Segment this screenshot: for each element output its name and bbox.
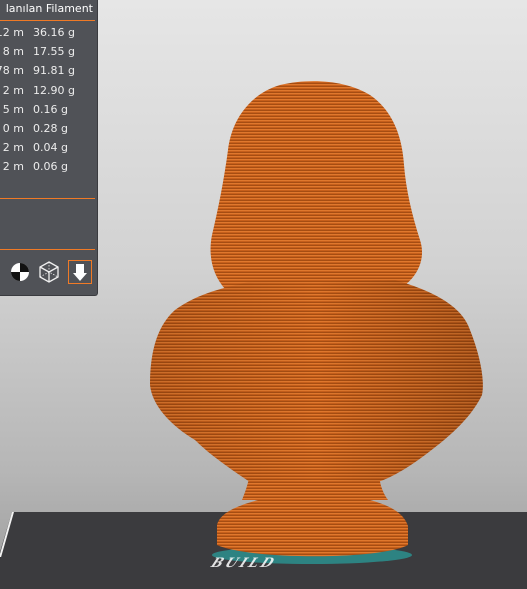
- filament-weight: 0.06 g: [33, 160, 68, 174]
- filament-length: 2 m: [2, 83, 24, 97]
- filament-row: 2 m 12.90 g: [0, 82, 98, 101]
- filament-row: 5 m 0.16 g: [0, 101, 98, 120]
- buttons-divider: [0, 249, 95, 250]
- filament-list: 12 m 36.16 g 8 m 17.55 g 78 m 91.81 g 2 m 12.90…: [0, 24, 98, 178]
- filament-weight: 36.16 g: [33, 26, 75, 39]
- model-body: [150, 81, 483, 557]
- filament-row: 12 m 36.16 g: [0, 24, 98, 43]
- filament-row: 78 m 91.81 g: [0, 62, 98, 81]
- filament-weight: 17.55 g: [33, 45, 75, 59]
- title-divider: [0, 20, 95, 21]
- filament-row: 0 m 0.28 g: [0, 120, 98, 139]
- filament-row: 2 m 0.06 g: [0, 158, 98, 177]
- panel-title: lanılan Filament: [5, 2, 93, 15]
- list-divider: [0, 198, 95, 199]
- section-view-icon: [11, 263, 29, 281]
- filament-length: 5 m: [2, 102, 24, 116]
- filament-weight: 0.28 g: [33, 121, 68, 135]
- filament-row: 2 m 0.04 g: [0, 139, 98, 158]
- filament-row: 8 m 17.55 g: [0, 43, 98, 62]
- filament-weight: 91.81 g: [33, 64, 75, 78]
- build-plate-logo: B⁣U⁣I⁣L⁣D: [208, 556, 280, 570]
- layer-view-icon: [73, 264, 87, 281]
- filament-weight: 0.04 g: [33, 141, 68, 155]
- isometric-view-button[interactable]: [37, 260, 61, 284]
- filament-weight: 12.90 g: [33, 83, 75, 97]
- filament-length: 0 m: [2, 121, 24, 135]
- layer-view-button[interactable]: [68, 260, 92, 284]
- section-view-button[interactable]: [8, 260, 32, 284]
- filament-weight: 0.16 g: [33, 102, 68, 116]
- filament-length: 12 m: [0, 26, 24, 39]
- filament-length: 2 m: [2, 160, 24, 174]
- filament-length: 78 m: [0, 64, 24, 78]
- filament-length: 2 m: [2, 141, 24, 155]
- isometric-cube-icon: [39, 261, 59, 283]
- filament-length: 8 m: [2, 45, 24, 59]
- filament-usage-panel: lanılan Filament 12 m 36.16 g 8 m 17.55 g 78…: [0, 0, 98, 296]
